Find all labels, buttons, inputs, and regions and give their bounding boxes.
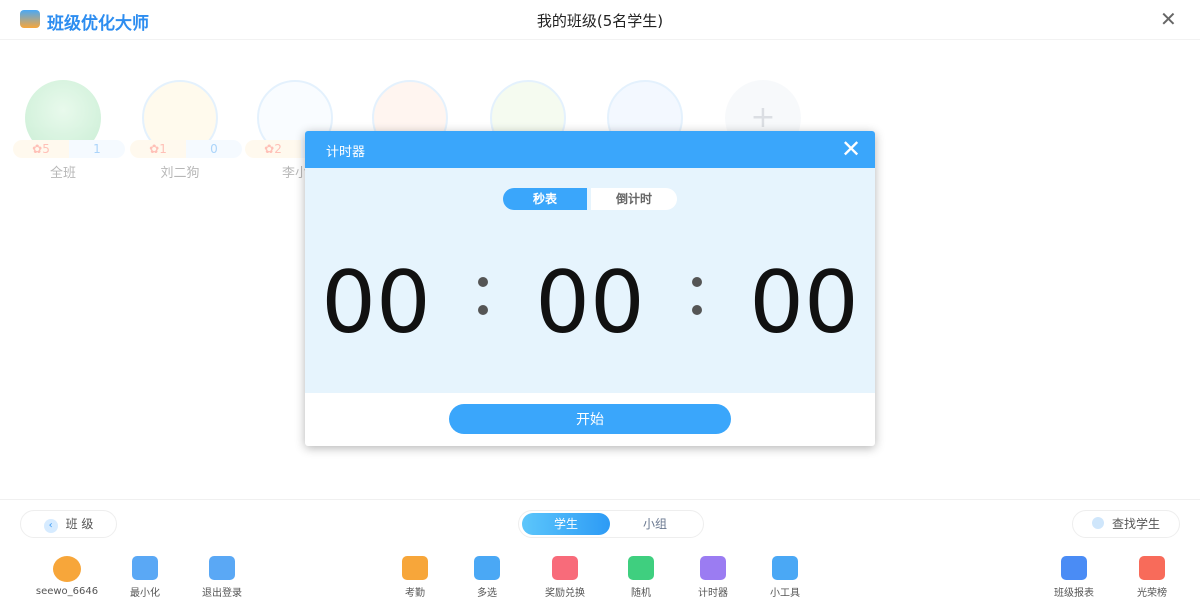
gift-icon bbox=[552, 556, 578, 580]
toolbar-item-minimize[interactable]: 最小化 bbox=[110, 556, 180, 599]
search-icon bbox=[1091, 517, 1104, 529]
class-button-label: 班 级 bbox=[65, 517, 94, 531]
attendance-icon bbox=[402, 556, 428, 580]
multiselect-icon bbox=[474, 556, 500, 580]
tab-groups[interactable]: 小组 bbox=[615, 513, 695, 535]
toolbar-item-user-avatar[interactable]: seewo_6646 bbox=[32, 556, 102, 597]
toolbar-label: seewo_6646 bbox=[35, 586, 99, 597]
toolbar-label: 多选 bbox=[477, 588, 497, 599]
tab-stopwatch[interactable]: 秒表 bbox=[503, 188, 587, 210]
score-badge: 0 bbox=[186, 140, 242, 158]
toolbar-item-attendance[interactable]: 考勤 bbox=[380, 556, 450, 599]
user-avatar-icon bbox=[53, 556, 81, 582]
toolbar-label: 退出登录 bbox=[202, 588, 242, 599]
toolbar-label: 随机 bbox=[631, 588, 651, 599]
hours-display: 00 bbox=[321, 253, 431, 353]
colon-dot bbox=[692, 305, 702, 315]
dialog-title: 计时器 bbox=[326, 145, 366, 160]
toolbar-label: 最小化 bbox=[130, 588, 160, 599]
toolbar-label: 班级报表 bbox=[1054, 588, 1094, 599]
start-button[interactable]: 开始 bbox=[449, 404, 731, 434]
close-icon[interactable]: ✕ bbox=[841, 135, 861, 163]
class-back-button[interactable]: ‹ 班 级 bbox=[20, 510, 117, 538]
student-name: 全班 bbox=[49, 166, 76, 181]
tab-students[interactable]: 学生 bbox=[522, 513, 610, 535]
timer-dialog: 计时器 ✕ 秒表 倒计时 00 00 00 开始 bbox=[305, 131, 875, 446]
toolbar-label: 光荣榜 bbox=[1137, 588, 1167, 599]
dialog-header: 计时器 ✕ bbox=[305, 131, 875, 168]
random-icon bbox=[628, 556, 654, 580]
toolbar-label: 小工具 bbox=[770, 588, 800, 599]
chevron-left-icon: ‹ bbox=[43, 519, 58, 533]
toolbar-item-random[interactable]: 随机 bbox=[606, 556, 676, 599]
toolbar-label: 奖励兑换 bbox=[545, 588, 585, 599]
toolbar-item-report[interactable]: 班级报表 bbox=[1039, 556, 1109, 599]
student-name: 刘二狗 bbox=[160, 166, 200, 181]
score-badge: 1 bbox=[69, 140, 125, 158]
tools-icon bbox=[772, 556, 798, 580]
toolbar-item-gift[interactable]: 奖励兑换 bbox=[530, 556, 600, 599]
colon-dot bbox=[478, 277, 488, 287]
honor-icon bbox=[1139, 556, 1165, 580]
report-icon bbox=[1061, 556, 1087, 580]
app-header: 班级优化大师 我的班级(5名学生) ✕ bbox=[0, 0, 1200, 40]
toolbar-label: 考勤 bbox=[405, 588, 425, 599]
divider bbox=[0, 499, 1200, 500]
toolbar-item-timer[interactable]: 计时器 bbox=[678, 556, 748, 599]
seconds-display: 00 bbox=[749, 253, 859, 353]
star-badge: ✿1 bbox=[130, 140, 186, 158]
timer-icon bbox=[700, 556, 726, 580]
toolbar-item-honor[interactable]: 光荣榜 bbox=[1117, 556, 1187, 599]
student-card[interactable]: ✿1 0 刘二狗 bbox=[130, 80, 242, 181]
toolbar-label: 计时器 bbox=[698, 588, 728, 599]
minutes-display: 00 bbox=[535, 253, 645, 353]
toolbar-item-multiselect[interactable]: 多选 bbox=[452, 556, 522, 599]
toolbar-item-tools[interactable]: 小工具 bbox=[750, 556, 820, 599]
view-toggle: 学生 小组 bbox=[518, 510, 704, 538]
minimize-icon bbox=[132, 556, 158, 580]
tab-countdown[interactable]: 倒计时 bbox=[591, 188, 677, 210]
colon-dot bbox=[478, 305, 488, 315]
close-window-button[interactable]: ✕ bbox=[1160, 7, 1177, 31]
student-card[interactable]: ✿5 1 全班 bbox=[13, 80, 125, 181]
star-badge: ✿2 bbox=[245, 140, 301, 158]
search-student-button[interactable]: 查找学生 bbox=[1072, 510, 1180, 538]
search-label: 查找学生 bbox=[1111, 517, 1160, 531]
page-title: 我的班级(5名学生) bbox=[536, 12, 664, 30]
timer-body: 秒表 倒计时 00 00 00 bbox=[305, 168, 875, 393]
colon-dot bbox=[692, 277, 702, 287]
logout-icon bbox=[209, 556, 235, 580]
star-badge: ✿5 bbox=[13, 140, 69, 158]
toolbar-item-logout[interactable]: 退出登录 bbox=[187, 556, 257, 599]
